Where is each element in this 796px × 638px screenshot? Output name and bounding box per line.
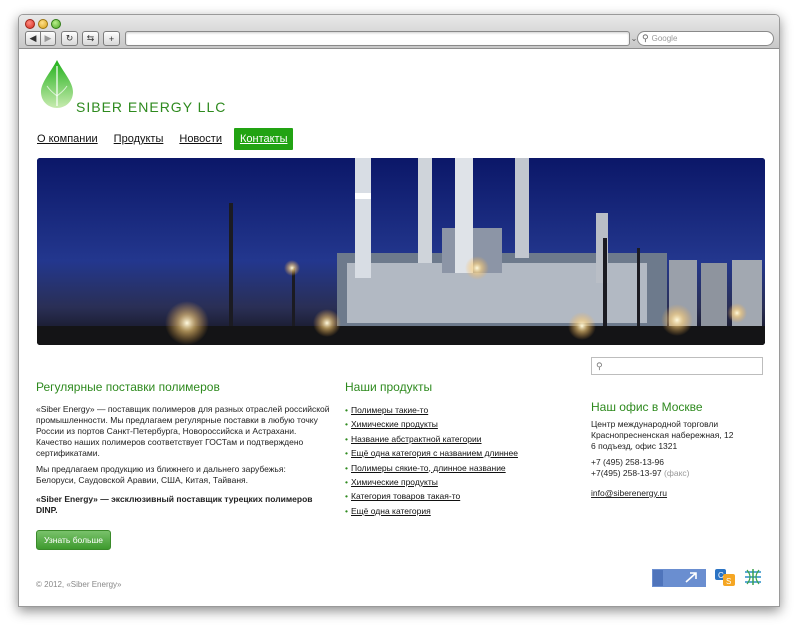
products-title: Наши продукты	[345, 380, 433, 394]
bullet-icon: •	[345, 476, 348, 487]
logo-text[interactable]: SIBER ENERGY LLC	[76, 99, 226, 115]
bullet-icon: •	[345, 505, 348, 516]
svg-text:S: S	[726, 577, 731, 586]
minimize-window-button[interactable]	[38, 19, 48, 29]
back-button[interactable]: ◀	[25, 31, 41, 46]
browser-search-field[interactable]: ⚲ Google	[637, 31, 774, 46]
intro-paragraph-1: «Siber Energy» — поставщик полимеров для…	[36, 404, 330, 458]
bullet-icon: •	[345, 491, 348, 502]
list-item[interactable]: • Название абстрактной категории	[345, 434, 518, 448]
browser-toolbar: ◀ ▶ ↻ ⇆ + ⌄ ⚲ Google	[19, 15, 779, 49]
products-list: • Полимеры такие-то • Химические продукты …	[345, 405, 518, 520]
intro-paragraph-2: Мы предлагаем продукцию из ближнего и да…	[36, 464, 286, 485]
list-item[interactable]: • Полимеры такие-то	[345, 405, 518, 419]
office-address: Центр международной торговли Краснопресн…	[591, 419, 734, 451]
forward-button[interactable]: ▶	[40, 31, 56, 46]
list-item[interactable]: • Ещё одна категория с названием длиннее	[345, 448, 518, 462]
zoom-window-button[interactable]	[51, 19, 61, 29]
add-bookmark-button[interactable]: +	[103, 31, 120, 46]
address-bar[interactable]	[125, 31, 630, 46]
partner-badge-cs-icon[interactable]: C S	[713, 567, 737, 587]
site-search-input[interactable]: ⚲	[591, 357, 763, 375]
nav-item-about[interactable]: О компании	[37, 128, 98, 150]
browser-search-placeholder: Google	[651, 34, 678, 43]
close-window-button[interactable]	[25, 19, 35, 29]
partner-badge-arrow-icon[interactable]	[652, 569, 706, 587]
list-item[interactable]: • Химические продукты	[345, 477, 518, 491]
browser-window: ◀ ▶ ↻ ⇆ + ⌄ ⚲ Google SIBER ENERGY LLC О …	[18, 14, 780, 607]
nav-item-contacts[interactable]: Контакты	[233, 128, 294, 150]
list-item[interactable]: • Полимеры сякие-то, длинное название	[345, 463, 518, 477]
learn-more-button[interactable]: Узнать больше	[36, 530, 111, 550]
search-icon: ⚲	[596, 360, 603, 371]
fax-label: (факс)	[664, 468, 690, 478]
main-nav: О компании Продукты Новости Контакты	[37, 128, 309, 150]
nav-item-news[interactable]: Новости	[179, 128, 222, 150]
nav-item-products[interactable]: Продукты	[114, 128, 164, 150]
list-item[interactable]: • Химические продукты	[345, 419, 518, 433]
web-page: SIBER ENERGY LLC О компании Продукты Нов…	[19, 50, 779, 606]
svg-text:C: C	[718, 571, 724, 580]
bullet-icon: •	[345, 462, 348, 473]
fax-number: +7(495) 258-13-97	[591, 468, 662, 478]
share-button[interactable]: ⇆	[82, 31, 99, 46]
partner-badge-globe-icon[interactable]	[743, 567, 763, 587]
intro-title: Регулярные поставки полимеров	[36, 380, 220, 394]
office-phones: +7 (495) 258-13-96 +7(495) 258-13-97 (фа…	[591, 457, 689, 479]
intro-paragraph-3: «Siber Energy» — эксклюзивный поставщик …	[36, 494, 313, 515]
email-link[interactable]: info@siberenergy.ru	[591, 488, 667, 499]
search-icon: ⚲	[642, 33, 649, 43]
bullet-icon: •	[345, 448, 348, 459]
bullet-icon: •	[345, 419, 348, 430]
phone-number: +7 (495) 258-13-96	[591, 457, 665, 467]
bullet-icon: •	[345, 405, 348, 415]
bullet-icon: •	[345, 433, 348, 444]
forward-arrow-icon: ▶	[44, 33, 52, 43]
copyright: © 2012, «Siber Energy»	[36, 580, 122, 589]
back-arrow-icon: ◀	[29, 33, 37, 43]
share-icon: ⇆	[86, 33, 95, 43]
reload-icon: ↻	[65, 33, 74, 43]
leaf-drop-icon[interactable]	[39, 58, 75, 110]
list-item[interactable]: • Категория товаров такая-то	[345, 491, 518, 505]
banner-image	[37, 158, 765, 345]
reload-button[interactable]: ↻	[61, 31, 78, 46]
list-item[interactable]: • Ещё одна категория	[345, 506, 518, 520]
plus-icon: +	[108, 33, 115, 44]
office-title: Наш офис в Москве	[591, 400, 703, 414]
